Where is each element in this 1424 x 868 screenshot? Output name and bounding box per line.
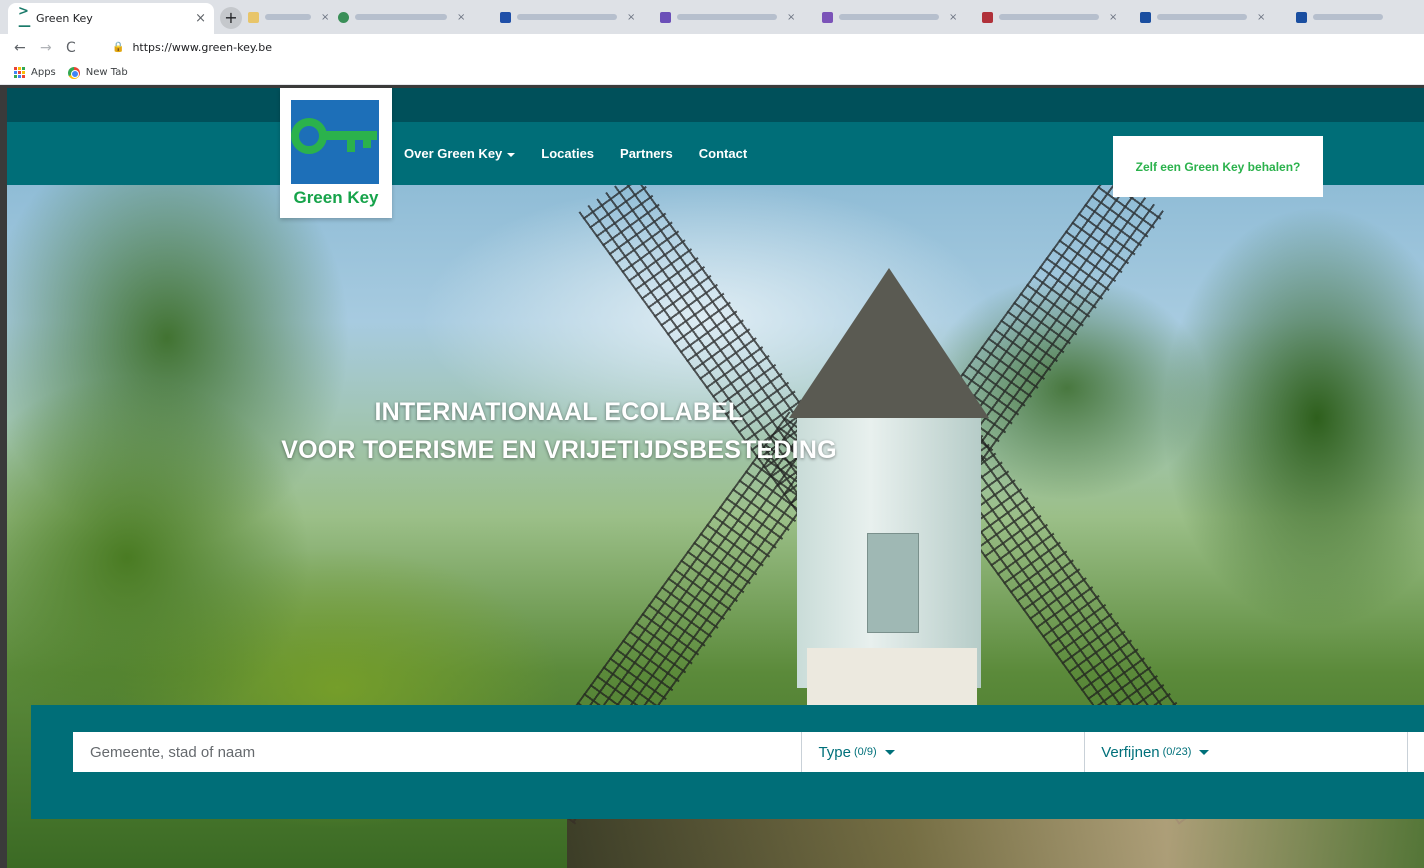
back-button[interactable]: ← [14,40,40,56]
windmill-base [807,648,977,708]
refine-count: (0/23) [1162,746,1192,758]
tab-close-icon[interactable]: × [1257,12,1265,23]
tab-close-icon[interactable]: × [195,11,206,26]
type-dropdown[interactable]: Type (0/9) [801,732,1084,772]
tab-close-icon[interactable]: × [949,12,957,23]
background-tab[interactable]: × [500,8,635,26]
background-tab[interactable]: × [248,8,329,26]
site-topbar [7,88,1424,122]
hero-heading: INTERNATIONAAL ECOLABEL VOOR TOERISME EN… [7,393,1111,469]
refine-label: Verfijnen [1101,743,1160,761]
background-tab[interactable]: × [338,8,465,26]
tab-favicon-icon [982,11,993,23]
type-label: Type [818,743,851,761]
tab-favicon-icon [248,11,259,23]
background-tab[interactable]: × [982,8,1117,26]
caret-down-icon [507,152,516,157]
tab-close-icon[interactable]: × [627,12,635,23]
bookmark-apps[interactable]: Apps [14,67,56,78]
cta-button[interactable]: Zelf een Green Key behalen? [1113,136,1323,197]
forward-button[interactable]: → [40,40,66,56]
type-count: (0/9) [853,746,877,758]
green-key-favicon: >— [18,3,31,34]
search-extra-field[interactable] [1407,732,1424,772]
search-input[interactable] [73,732,802,772]
logo-key-mark [291,100,379,184]
tab-close-icon[interactable]: × [1109,12,1117,23]
hero-line-1: INTERNATIONAAL ECOLABEL [374,398,744,426]
photo-strip [567,816,1424,868]
tab-favicon-icon [500,11,511,23]
active-tab[interactable]: >— Green Key × [8,3,214,34]
new-tab-button[interactable]: + [220,7,242,29]
menu-item-contact[interactable]: Contact [699,146,747,161]
menu-item-partners[interactable]: Partners [620,146,673,161]
refine-dropdown[interactable]: Verfijnen (0/23) [1084,732,1407,772]
key-icon [291,118,377,154]
bookmark-label: Apps [31,67,56,78]
bookmark-label: New Tab [85,67,128,78]
browser-tabstrip: >— Green Key × + × × × × × × × [0,0,1424,34]
website-viewport: INTERNATIONAAL ECOLABEL VOOR TOERISME EN… [7,88,1424,868]
menu-item-label: Over Green Key [404,146,503,161]
browser-toolbar: ← → C 🔒 https://www.green-key.be [0,34,1424,61]
background-tab[interactable]: × [1140,8,1265,26]
tab-close-icon[interactable]: × [787,12,795,23]
chrome-icon [67,66,80,79]
search-bar: Type (0/9) Verfijnen (0/23) [73,732,1424,772]
active-tab-title: Green Key [36,12,93,25]
tab-close-icon[interactable]: × [457,12,465,23]
logo-text: Green Key [293,188,379,207]
chevron-down-icon [1199,749,1210,755]
tab-favicon-icon [822,11,833,23]
windmill-door [867,533,919,633]
address-bar[interactable]: https://www.green-key.be [132,41,272,54]
bookmarks-bar: Apps New Tab [0,61,1424,85]
menu-item-over-green-key[interactable]: Over Green Key [404,146,516,161]
tab-favicon-icon [1140,11,1151,23]
apps-grid-icon [14,67,25,78]
background-tab[interactable] [1296,8,1383,26]
menu-item-locaties[interactable]: Locaties [541,146,594,161]
reload-button[interactable]: C [66,40,92,56]
lock-icon: 🔒 [112,42,125,53]
search-panel: Type (0/9) Verfijnen (0/23) [31,705,1424,819]
tab-favicon-icon [1296,11,1307,23]
tab-favicon-icon [660,11,671,23]
hero-line-2: VOOR TOERISME EN VRIJETIJDSBESTEDING [281,436,837,464]
background-tab[interactable]: × [660,8,795,26]
main-menu: Over Green Key Locaties Partners Contact [404,122,773,185]
tab-close-icon[interactable]: × [321,12,329,23]
background-tab[interactable]: × [822,8,957,26]
tab-favicon-icon [338,11,349,23]
bookmark-new-tab[interactable]: New Tab [67,66,128,79]
chevron-down-icon [884,749,895,755]
green-key-logo[interactable]: Green Key [280,88,392,218]
